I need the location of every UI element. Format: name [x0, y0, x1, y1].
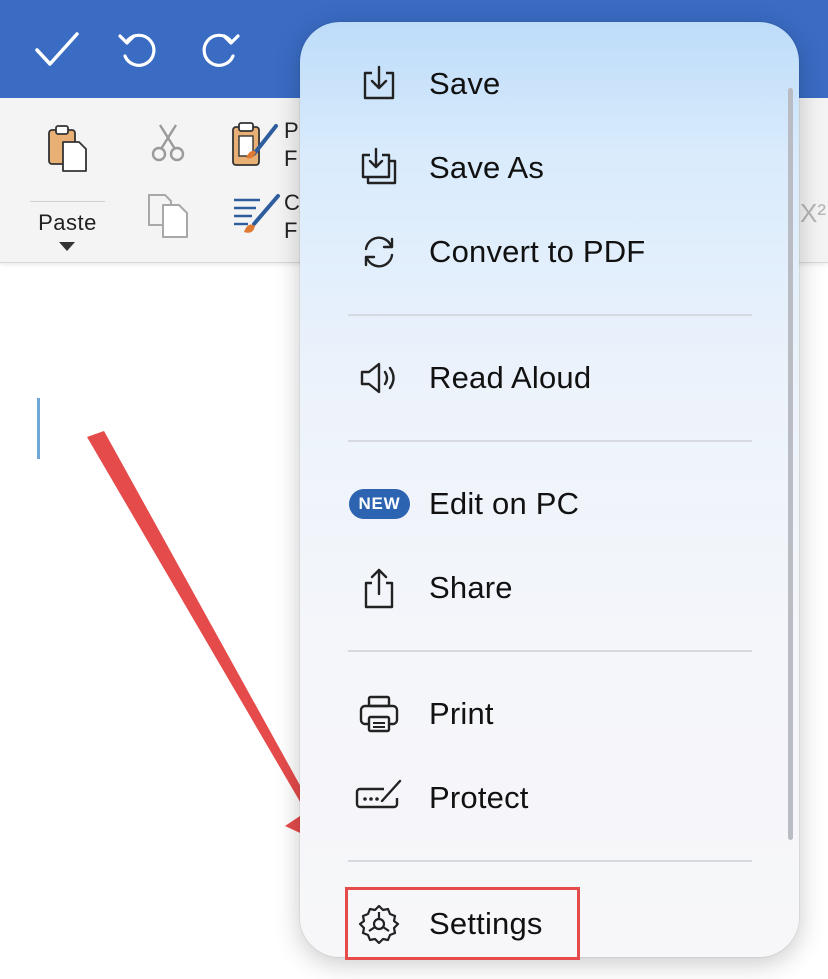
menu-item-label: Edit on PC	[429, 486, 580, 521]
menu-item-label: Save As	[429, 150, 545, 185]
menu-item-label: Save	[429, 66, 501, 101]
menu-item-label: Share	[429, 570, 513, 605]
menu-item-label: Protect	[429, 780, 529, 815]
menu-item-label: Read Aloud	[429, 360, 592, 395]
menu-item-protect[interactable]: Protect	[300, 763, 799, 833]
save-icon	[352, 57, 406, 111]
menu-item-save-as[interactable]: Save As	[300, 133, 799, 203]
menu-divider	[348, 650, 752, 652]
printer-icon	[352, 687, 406, 741]
menu-item-read-aloud[interactable]: Read Aloud	[300, 343, 799, 413]
share-icon	[352, 561, 406, 615]
save-as-icon	[352, 141, 406, 195]
settings-highlight	[345, 887, 580, 960]
file-menu: Save Save As Convert to PDF Read Aloud N…	[300, 22, 799, 957]
menu-item-edit-on-pc[interactable]: NEW Edit on PC	[300, 469, 799, 539]
speaker-icon	[352, 351, 406, 405]
menu-divider	[348, 314, 752, 316]
menu-divider	[348, 860, 752, 862]
menu-item-convert-to-pdf[interactable]: Convert to PDF	[300, 217, 799, 287]
menu-item-share[interactable]: Share	[300, 553, 799, 623]
menu-divider	[348, 440, 752, 442]
protect-icon	[352, 771, 406, 825]
convert-icon	[352, 225, 406, 279]
menu-item-label: Convert to PDF	[429, 234, 646, 269]
menu-item-label: Print	[429, 696, 494, 731]
menu-item-save[interactable]: Save	[300, 49, 799, 119]
new-badge: NEW	[349, 489, 410, 519]
menu-item-print[interactable]: Print	[300, 679, 799, 749]
